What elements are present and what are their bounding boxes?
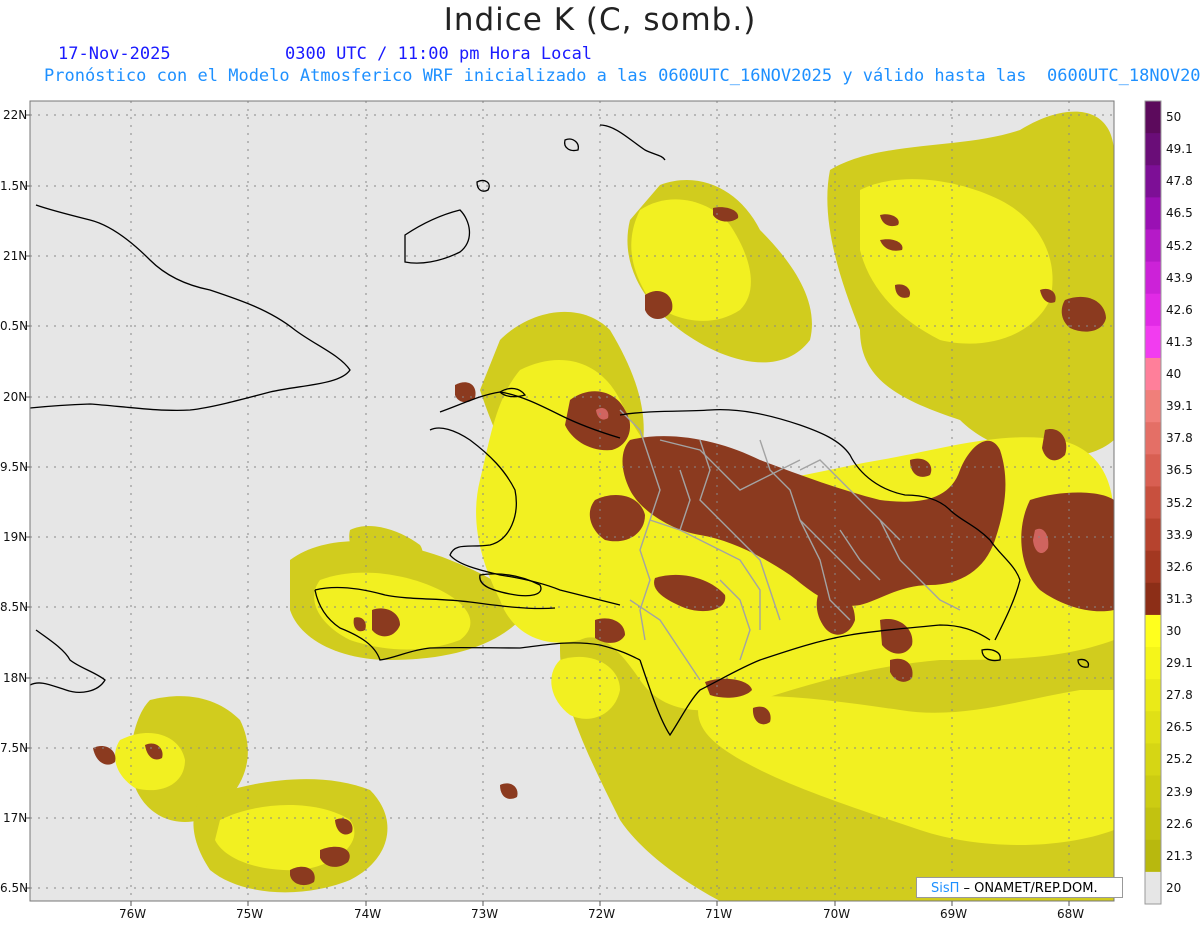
- colorbar-label: 30: [1166, 623, 1182, 638]
- colorbar-swatch: [1145, 454, 1161, 487]
- colorbar-label: 42.6: [1166, 302, 1193, 317]
- lon-label: 75W: [236, 907, 264, 921]
- colorbar-label: 49.1: [1166, 142, 1193, 157]
- colorbar-swatch: [1145, 647, 1161, 680]
- lat-label: 20N: [3, 390, 28, 404]
- colorbar-label: 33.9: [1166, 527, 1193, 542]
- colorbar-swatch: [1145, 839, 1161, 873]
- k-index-map: [25, 100, 1162, 906]
- colorbar-swatch: [1145, 261, 1161, 295]
- colorbar-swatch: [1145, 197, 1161, 230]
- colorbar-swatch: [1145, 390, 1161, 423]
- lat-label: 9.5N: [0, 460, 29, 474]
- lon-label: 73W: [471, 907, 499, 921]
- colorbar-swatch: [1145, 422, 1161, 455]
- colorbar-label: 20: [1166, 880, 1182, 895]
- colorbar-swatch: [1145, 871, 1161, 905]
- lon-label: 69W: [940, 907, 968, 921]
- lat-label: 8.5N: [0, 600, 29, 614]
- colorbar-label: 45.2: [1166, 238, 1193, 253]
- credit-org: – ONAMET/REP.DOM.: [959, 881, 1098, 896]
- lat-label: 17N: [3, 811, 28, 825]
- credit-box: SisΠ – ONAMET/REP.DOM.: [916, 877, 1123, 898]
- colorbar-label: 25.2: [1166, 752, 1193, 767]
- colorbar-swatch: [1145, 743, 1161, 777]
- colorbar-swatch: [1145, 357, 1161, 391]
- lat-label: 0.5N: [0, 319, 29, 333]
- colorbar-label: 40: [1166, 367, 1182, 382]
- colorbar-swatch: [1145, 807, 1161, 841]
- lon-label: 71W: [705, 907, 733, 921]
- colorbar-swatch: [1145, 711, 1161, 744]
- colorbar-label: 50: [1166, 110, 1182, 125]
- lat-label: 7.5N: [0, 741, 29, 755]
- colorbar-swatch: [1145, 101, 1161, 134]
- lat-label: 1.5N: [0, 179, 29, 193]
- colorbar-label: 37.8: [1166, 431, 1193, 446]
- colorbar-label: 47.8: [1166, 174, 1193, 189]
- colorbar-label: 32.6: [1166, 559, 1193, 574]
- colorbar-swatch: [1145, 679, 1161, 712]
- colorbar-label: 27.8: [1166, 688, 1193, 703]
- colorbar-label: 21.3: [1166, 848, 1193, 863]
- lon-label: 70W: [823, 907, 851, 921]
- colorbar-swatch: [1145, 550, 1161, 584]
- colorbar-swatch: [1145, 518, 1161, 552]
- colorbar-label: 31.3: [1166, 591, 1193, 606]
- colorbar-swatch: [1145, 614, 1161, 648]
- lat-label: 18N: [3, 671, 28, 685]
- colorbar-label: 46.5: [1166, 206, 1193, 221]
- colorbar-swatch: [1145, 325, 1161, 359]
- colorbar-label: 35.2: [1166, 495, 1193, 510]
- colorbar-label: 22.6: [1166, 816, 1193, 831]
- colorbar-label: 36.5: [1166, 463, 1193, 478]
- colorbar-label: 39.1: [1166, 399, 1193, 414]
- colorbar-swatch: [1145, 582, 1161, 616]
- lat-label: 6.5N: [0, 881, 29, 895]
- colorbar-label: 29.1: [1166, 656, 1193, 671]
- colorbar: [1144, 100, 1162, 905]
- colorbar-label: 41.3: [1166, 334, 1193, 349]
- lat-label: 22N: [3, 108, 28, 122]
- credit-brand: SisΠ: [931, 881, 960, 896]
- lon-label: 74W: [354, 907, 382, 921]
- colorbar-label: 23.9: [1166, 784, 1193, 799]
- lon-label: 72W: [588, 907, 616, 921]
- colorbar-swatch: [1145, 133, 1161, 166]
- colorbar-label: 43.9: [1166, 270, 1193, 285]
- lon-label: 68W: [1057, 907, 1085, 921]
- colorbar-swatch: [1145, 165, 1161, 198]
- colorbar-label: 26.5: [1166, 720, 1193, 735]
- colorbar-swatch: [1145, 486, 1161, 520]
- colorbar-swatch: [1145, 293, 1161, 327]
- colorbar-swatch: [1145, 775, 1161, 809]
- lat-label: 21N: [3, 249, 28, 263]
- colorbar-swatch: [1145, 229, 1161, 263]
- lon-label: 76W: [119, 907, 147, 921]
- lat-label: 19N: [3, 530, 28, 544]
